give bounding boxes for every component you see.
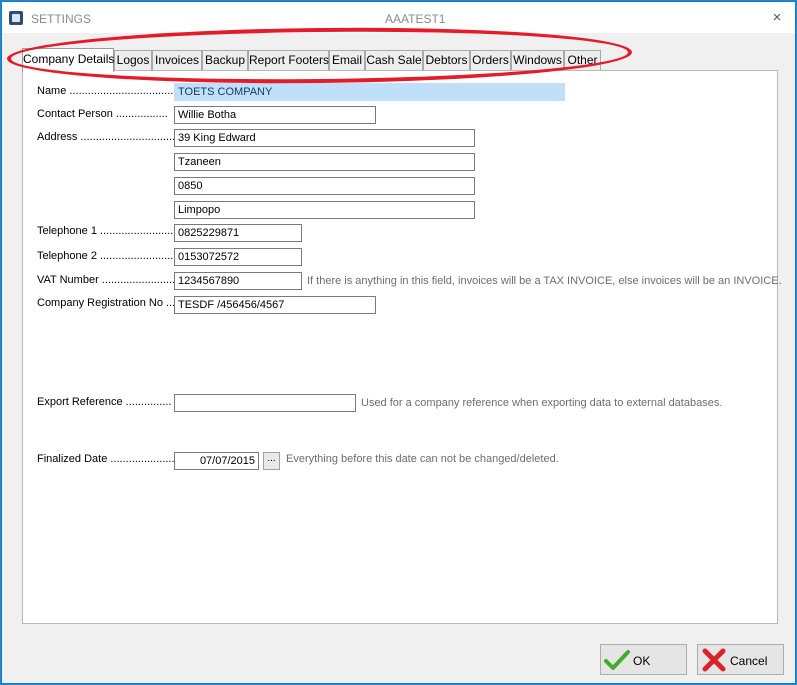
address-line-1-field[interactable]: 39 King Edward — [174, 129, 475, 147]
name-label: Name .................................. — [37, 85, 174, 97]
telephone-1-field[interactable]: 0825229871 — [174, 224, 302, 242]
finalized-date-field[interactable]: 07/07/2015 — [174, 452, 259, 470]
address-line-3-field[interactable]: 0850 — [174, 177, 475, 195]
title-bar: SETTINGS AAATEST1 × — [2, 2, 795, 33]
telephone-1-label: Telephone 1 ........................ — [37, 225, 174, 237]
company-registration-label: Company Registration No .... — [37, 297, 179, 309]
tab-report-footers[interactable]: Report Footers — [248, 50, 329, 70]
date-picker-button[interactable]: ... — [263, 452, 280, 470]
tab-debtors[interactable]: Debtors — [423, 50, 470, 70]
tab-company-details[interactable]: Company Details — [22, 48, 114, 72]
cross-icon — [702, 648, 726, 672]
cancel-button[interactable]: Cancel — [697, 644, 784, 675]
ok-button-label: OK — [633, 654, 651, 668]
vat-number-label: VAT Number ........................ — [37, 274, 176, 286]
address-label: Address ................................ — [37, 131, 179, 143]
tab-cash-sale[interactable]: Cash Sale — [365, 50, 423, 70]
tab-windows[interactable]: Windows — [511, 50, 564, 70]
company-registration-field[interactable]: TESDF /456456/4567 — [174, 296, 376, 314]
app-icon — [9, 11, 23, 25]
contact-person-field[interactable]: Willie Botha — [174, 106, 376, 124]
telephone-2-label: Telephone 2 ........................ — [37, 250, 174, 262]
address-line-4-field[interactable]: Limpopo — [174, 201, 475, 219]
tab-invoices[interactable]: Invoices — [152, 50, 202, 70]
cancel-button-label: Cancel — [730, 654, 768, 668]
vat-number-field[interactable]: 1234567890 — [174, 272, 302, 290]
close-icon[interactable]: × — [767, 8, 787, 28]
window-title: SETTINGS — [31, 12, 92, 26]
export-reference-field[interactable] — [174, 394, 356, 412]
contact-person-label: Contact Person ................. — [37, 108, 168, 120]
tab-logos[interactable]: Logos — [114, 50, 152, 70]
tab-other[interactable]: Other — [564, 50, 601, 70]
window-subtitle: AAATEST1 — [385, 12, 446, 26]
telephone-2-field[interactable]: 0153072572 — [174, 248, 302, 266]
vat-hint: If there is anything in this field, invo… — [307, 275, 782, 287]
tab-backup[interactable]: Backup — [202, 50, 248, 70]
tab-orders[interactable]: Orders — [470, 50, 511, 70]
finalized-date-label: Finalized Date ...................... — [37, 453, 178, 465]
export-reference-hint: Used for a company reference when export… — [361, 397, 723, 409]
checkmark-icon — [604, 650, 630, 670]
tab-email[interactable]: Email — [329, 50, 365, 70]
settings-window: SETTINGS AAATEST1 × Company Details Logo… — [1, 1, 796, 684]
export-reference-label: Export Reference ............... — [37, 396, 172, 408]
ok-button[interactable]: OK — [600, 644, 687, 675]
address-line-2-field[interactable]: Tzaneen — [174, 153, 475, 171]
finalized-date-hint: Everything before this date can not be c… — [286, 453, 559, 465]
company-name-field[interactable]: TOETS COMPANY — [174, 83, 565, 101]
company-details-panel: Name .................................. … — [22, 70, 782, 624]
